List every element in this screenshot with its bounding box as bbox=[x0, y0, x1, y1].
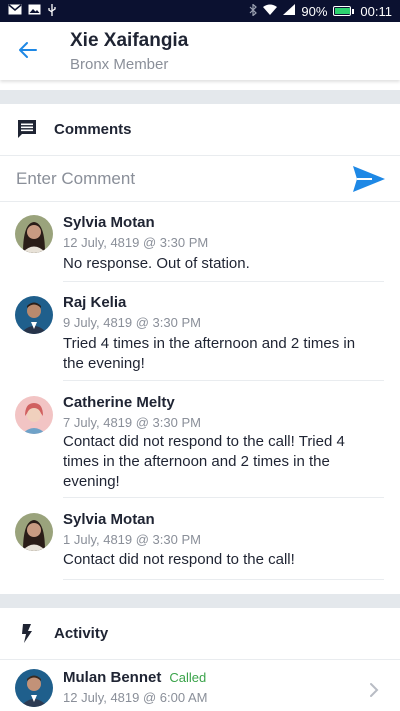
divider bbox=[63, 281, 384, 282]
activity-title: Activity bbox=[54, 625, 109, 642]
comment-author: Raj Kelia bbox=[63, 294, 127, 311]
comment-date: 7 July, 4819 @ 3:30 PM bbox=[63, 415, 201, 430]
divider bbox=[63, 497, 384, 498]
image-icon bbox=[28, 4, 41, 18]
activity-header: Activity bbox=[0, 608, 400, 660]
avatar bbox=[15, 669, 53, 707]
usb-icon bbox=[47, 3, 57, 19]
divider bbox=[63, 579, 384, 580]
comment-icon bbox=[16, 118, 38, 140]
gmail-icon bbox=[8, 4, 22, 18]
section-separator bbox=[0, 90, 400, 104]
comment-date: 12 July, 4819 @ 3:30 PM bbox=[63, 235, 209, 250]
divider bbox=[63, 380, 384, 381]
activity-author: Mulan Bennet Called bbox=[63, 669, 206, 686]
section-separator bbox=[0, 594, 400, 608]
back-arrow-icon[interactable] bbox=[16, 38, 40, 62]
avatar bbox=[15, 296, 53, 334]
comment-author: Sylvia Motan bbox=[63, 511, 155, 528]
comments-title: Comments bbox=[54, 121, 132, 138]
comment-date: 1 July, 4819 @ 3:30 PM bbox=[63, 532, 201, 547]
battery-percent: 90% bbox=[301, 3, 328, 19]
comment-text: Contact did not respond to the call! Tri… bbox=[63, 433, 345, 490]
activity-status: Called bbox=[169, 670, 207, 685]
comments-header: Comments bbox=[0, 104, 400, 156]
status-time: 00:11 bbox=[360, 3, 392, 19]
lightning-icon bbox=[16, 622, 38, 644]
comment-author: Sylvia Motan bbox=[63, 214, 155, 231]
comment-input[interactable] bbox=[16, 164, 336, 194]
comment-text: No response. Out of station. bbox=[63, 255, 250, 272]
avatar bbox=[15, 396, 53, 434]
activity-date: 12 July, 4819 @ 6:00 AM bbox=[63, 690, 208, 705]
comment-text: Tried 4 times in the afternoon and 2 tim… bbox=[63, 335, 356, 372]
bluetooth-icon bbox=[249, 2, 258, 19]
send-icon[interactable] bbox=[352, 164, 386, 194]
page-subtitle: Bronx Member bbox=[70, 56, 169, 73]
battery-icon bbox=[333, 6, 355, 16]
avatar bbox=[15, 513, 53, 551]
comment-input-row bbox=[0, 156, 400, 202]
page-title: Xie Xaifangia bbox=[70, 30, 189, 51]
app-header: Xie Xaifangia Bronx Member bbox=[0, 22, 400, 80]
avatar bbox=[15, 215, 53, 253]
comment-text: Contact did not respond to the call! bbox=[63, 551, 295, 568]
signal-icon bbox=[283, 4, 296, 18]
status-bar: 90% 00:11 bbox=[0, 0, 400, 22]
comment-author: Catherine Melty bbox=[63, 394, 175, 411]
wifi-icon bbox=[263, 4, 278, 18]
activity-author-name: Mulan Bennet bbox=[63, 669, 162, 686]
comment-date: 9 July, 4819 @ 3:30 PM bbox=[63, 315, 201, 330]
chevron-right-icon[interactable] bbox=[368, 682, 380, 698]
